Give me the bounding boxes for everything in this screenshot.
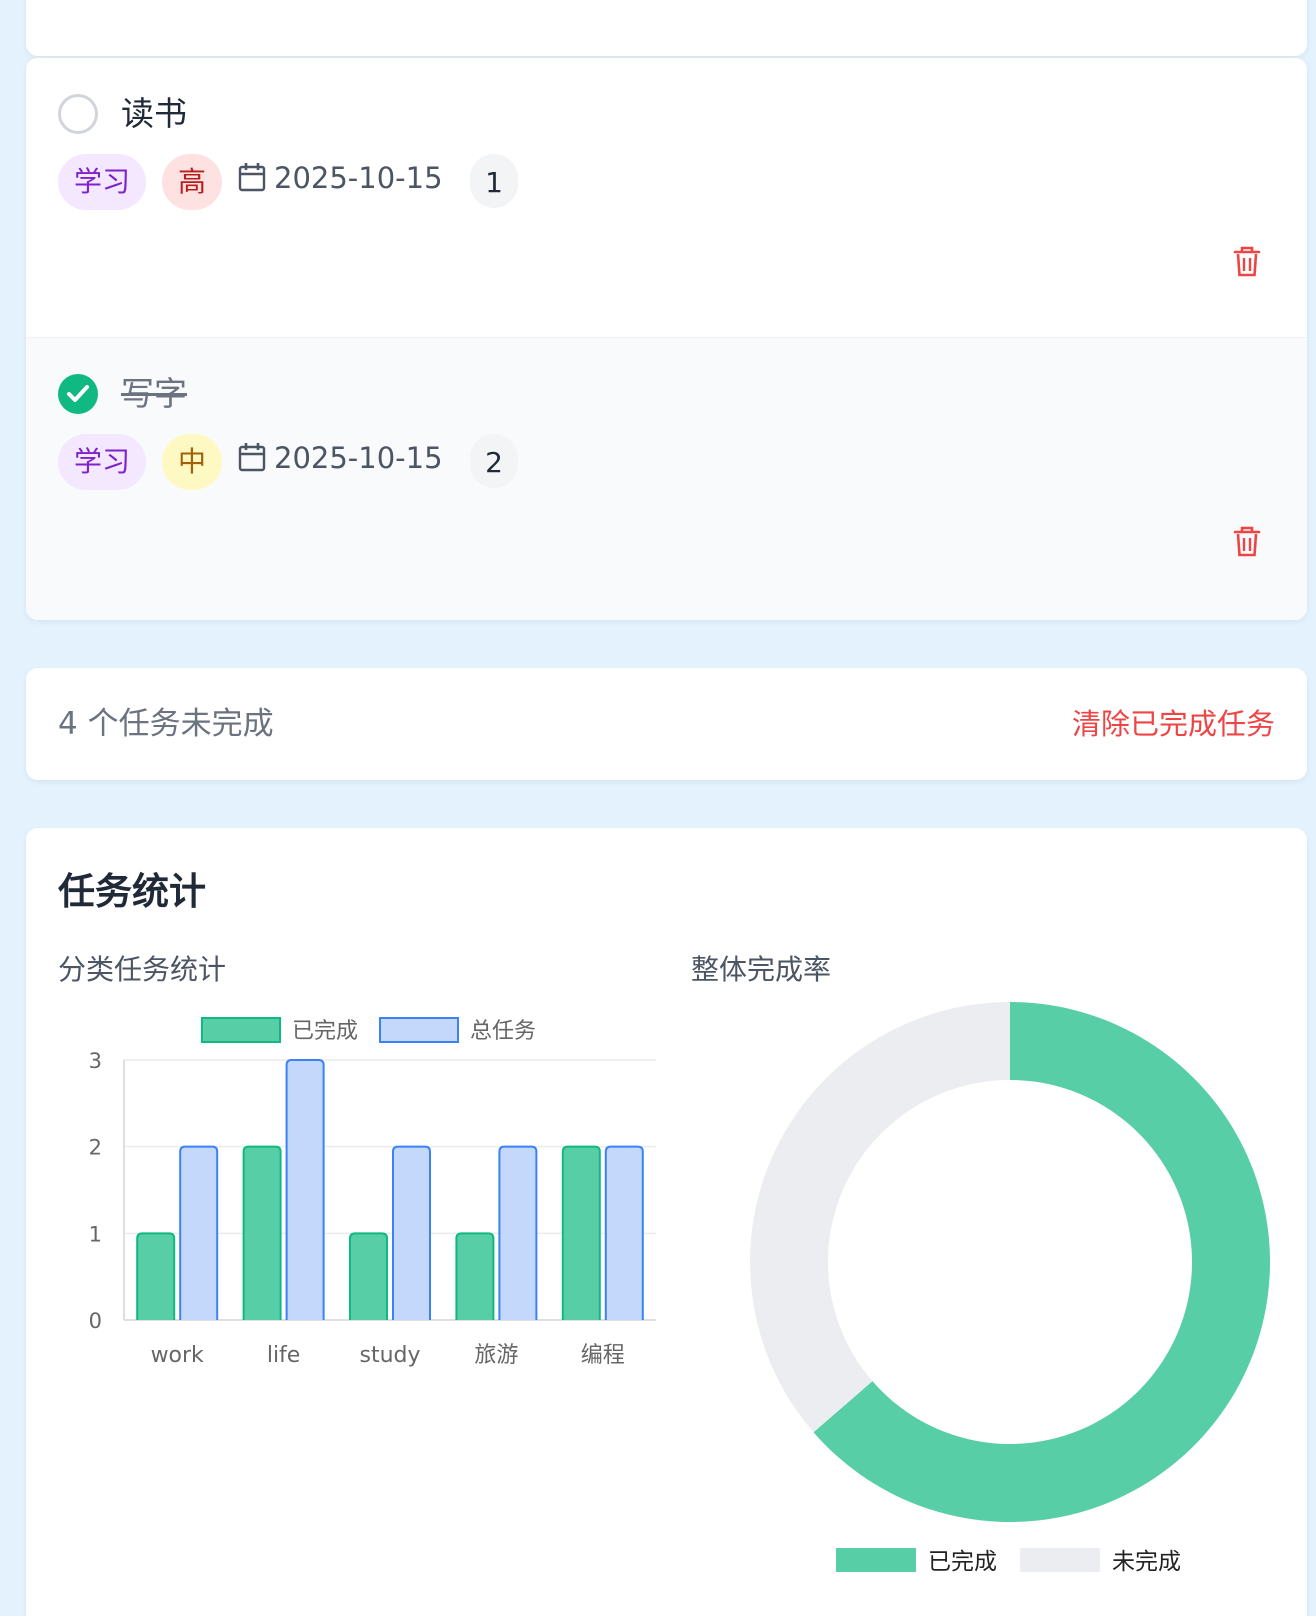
completion-doughnut-chart: 已完成 未完成 xyxy=(750,1002,1270,1575)
legend-swatch xyxy=(836,1548,916,1572)
bar-total xyxy=(392,1145,431,1320)
y-tick-label: 1 xyxy=(89,1222,102,1246)
legend-swatch xyxy=(201,1017,281,1043)
task-checkbox[interactable] xyxy=(58,374,98,414)
task-item: 读书 学习 高 2025-10-15 1 xyxy=(26,58,1307,338)
x-tick-label: life xyxy=(267,1343,301,1368)
bar-total xyxy=(285,1059,325,1320)
x-tick-label: 旅游 xyxy=(474,1343,518,1368)
category-badge: 学习 xyxy=(58,154,146,210)
bar-total xyxy=(604,1145,644,1320)
count-badge: 1 xyxy=(470,154,518,208)
bar-total xyxy=(498,1145,538,1320)
check-icon xyxy=(67,385,89,402)
task-summary-bar: 4 个任务未完成 清除已完成任务 xyxy=(26,668,1307,780)
y-tick-label: 2 xyxy=(89,1136,102,1160)
legend-label: 已完成 xyxy=(928,1549,997,1575)
delete-task-button[interactable] xyxy=(1231,244,1263,278)
calendar-icon xyxy=(238,443,266,472)
due-date-text: 2025-10-15 xyxy=(274,441,443,475)
x-tick-label: study xyxy=(359,1343,420,1368)
bar-completed xyxy=(242,1145,282,1320)
stats-title: 任务统计 xyxy=(58,870,206,913)
priority-badge: 中 xyxy=(162,434,222,490)
task-list: 读书 学习 高 2025-10-15 1 写字 学习 中 2025-10-15 … xyxy=(26,58,1307,620)
task-item: 写字 学习 中 2025-10-15 2 xyxy=(26,338,1307,620)
legend-swatch xyxy=(1020,1548,1100,1572)
previous-card xyxy=(26,0,1307,56)
x-tick-label: 编程 xyxy=(581,1343,625,1368)
stats-panel: 任务统计 分类任务统计 整体完成率 已完成 总任务 0 1 2 3 work life stud… xyxy=(26,828,1307,1616)
bar-completed xyxy=(136,1232,176,1320)
task-title: 写字 xyxy=(121,374,187,413)
priority-badge: 高 xyxy=(162,154,222,210)
due-date-text: 2025-10-15 xyxy=(274,161,443,195)
legend-swatch xyxy=(379,1017,459,1043)
trash-icon xyxy=(1233,526,1261,557)
calendar-icon xyxy=(238,163,266,192)
delete-task-button[interactable] xyxy=(1231,524,1263,558)
bar-completed xyxy=(455,1232,495,1320)
trash-icon xyxy=(1233,246,1261,277)
y-tick-label: 0 xyxy=(89,1309,102,1333)
bar-completed xyxy=(561,1145,601,1320)
count-badge: 2 xyxy=(470,434,518,488)
x-tick-label: work xyxy=(151,1343,204,1368)
legend-label: 未完成 xyxy=(1112,1549,1181,1575)
legend-label: 已完成 xyxy=(292,1019,358,1044)
task-title: 读书 xyxy=(121,94,187,133)
legend-label: 总任务 xyxy=(470,1019,536,1044)
doughnut-chart-title: 整体完成率 xyxy=(691,953,832,986)
bar-chart-title: 分类任务统计 xyxy=(58,953,227,986)
y-tick-label: 3 xyxy=(89,1049,102,1073)
category-badge: 学习 xyxy=(58,434,146,490)
bar-total xyxy=(179,1145,219,1320)
clear-completed-button[interactable]: 清除已完成任务 xyxy=(1072,704,1275,744)
remaining-count-text: 4 个任务未完成 xyxy=(58,706,274,742)
category-bar-chart: 已完成 总任务 0 1 2 3 work life study 旅游 编程 xyxy=(89,1017,656,1368)
bar-completed xyxy=(349,1232,388,1320)
slice-incomplete xyxy=(750,1002,1010,1433)
task-checkbox[interactable] xyxy=(58,94,98,134)
